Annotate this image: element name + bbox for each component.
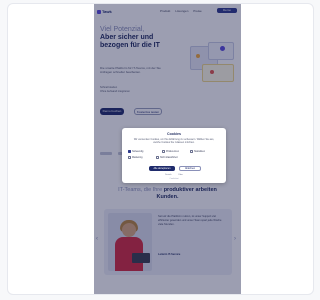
option-label: Notwendig (132, 150, 144, 154)
checkbox-icon[interactable] (190, 150, 193, 153)
consent-text: Wir verwenden Cookies, um Ihre Erfahrung… (133, 138, 215, 144)
deny-button[interactable]: Ablehnen (179, 166, 201, 171)
option-label: Präferenzen (166, 150, 180, 154)
checkbox-icon[interactable] (128, 156, 131, 159)
checkbox-checked-icon[interactable] (128, 150, 131, 153)
consent-options: Notwendig Präferenzen Statistiken Market… (128, 150, 220, 160)
consent-option-unclassified[interactable]: Nicht klassifiziert (156, 156, 178, 160)
about-link[interactable]: Über (178, 174, 183, 176)
option-label: Nicht klassifiziert (160, 156, 178, 160)
checkbox-icon[interactable] (156, 156, 159, 159)
cookie-consent-dialog: Cookies Wir verwenden Cookies, um Ihre E… (122, 128, 226, 183)
preview-card: Tawk Produkt Lösungen Preise Demo Viel P… (7, 3, 314, 295)
details-link[interactable]: Details (165, 174, 172, 176)
consent-option-statistics[interactable]: Statistiken (190, 150, 205, 154)
option-label: Marketing (132, 156, 143, 160)
consent-links: Details Über (122, 174, 226, 176)
powered-by: Cookiebot (169, 178, 179, 180)
checkbox-icon[interactable] (162, 150, 165, 153)
consent-option-marketing[interactable]: Marketing (128, 156, 143, 160)
consent-option-necessary[interactable]: Notwendig (128, 150, 143, 154)
option-label: Statistiken (194, 150, 206, 154)
consent-title: Cookies (167, 132, 181, 136)
accept-all-button[interactable]: Alle akzeptieren (149, 166, 175, 171)
consent-option-preferences[interactable]: Präferenzen (162, 150, 179, 154)
